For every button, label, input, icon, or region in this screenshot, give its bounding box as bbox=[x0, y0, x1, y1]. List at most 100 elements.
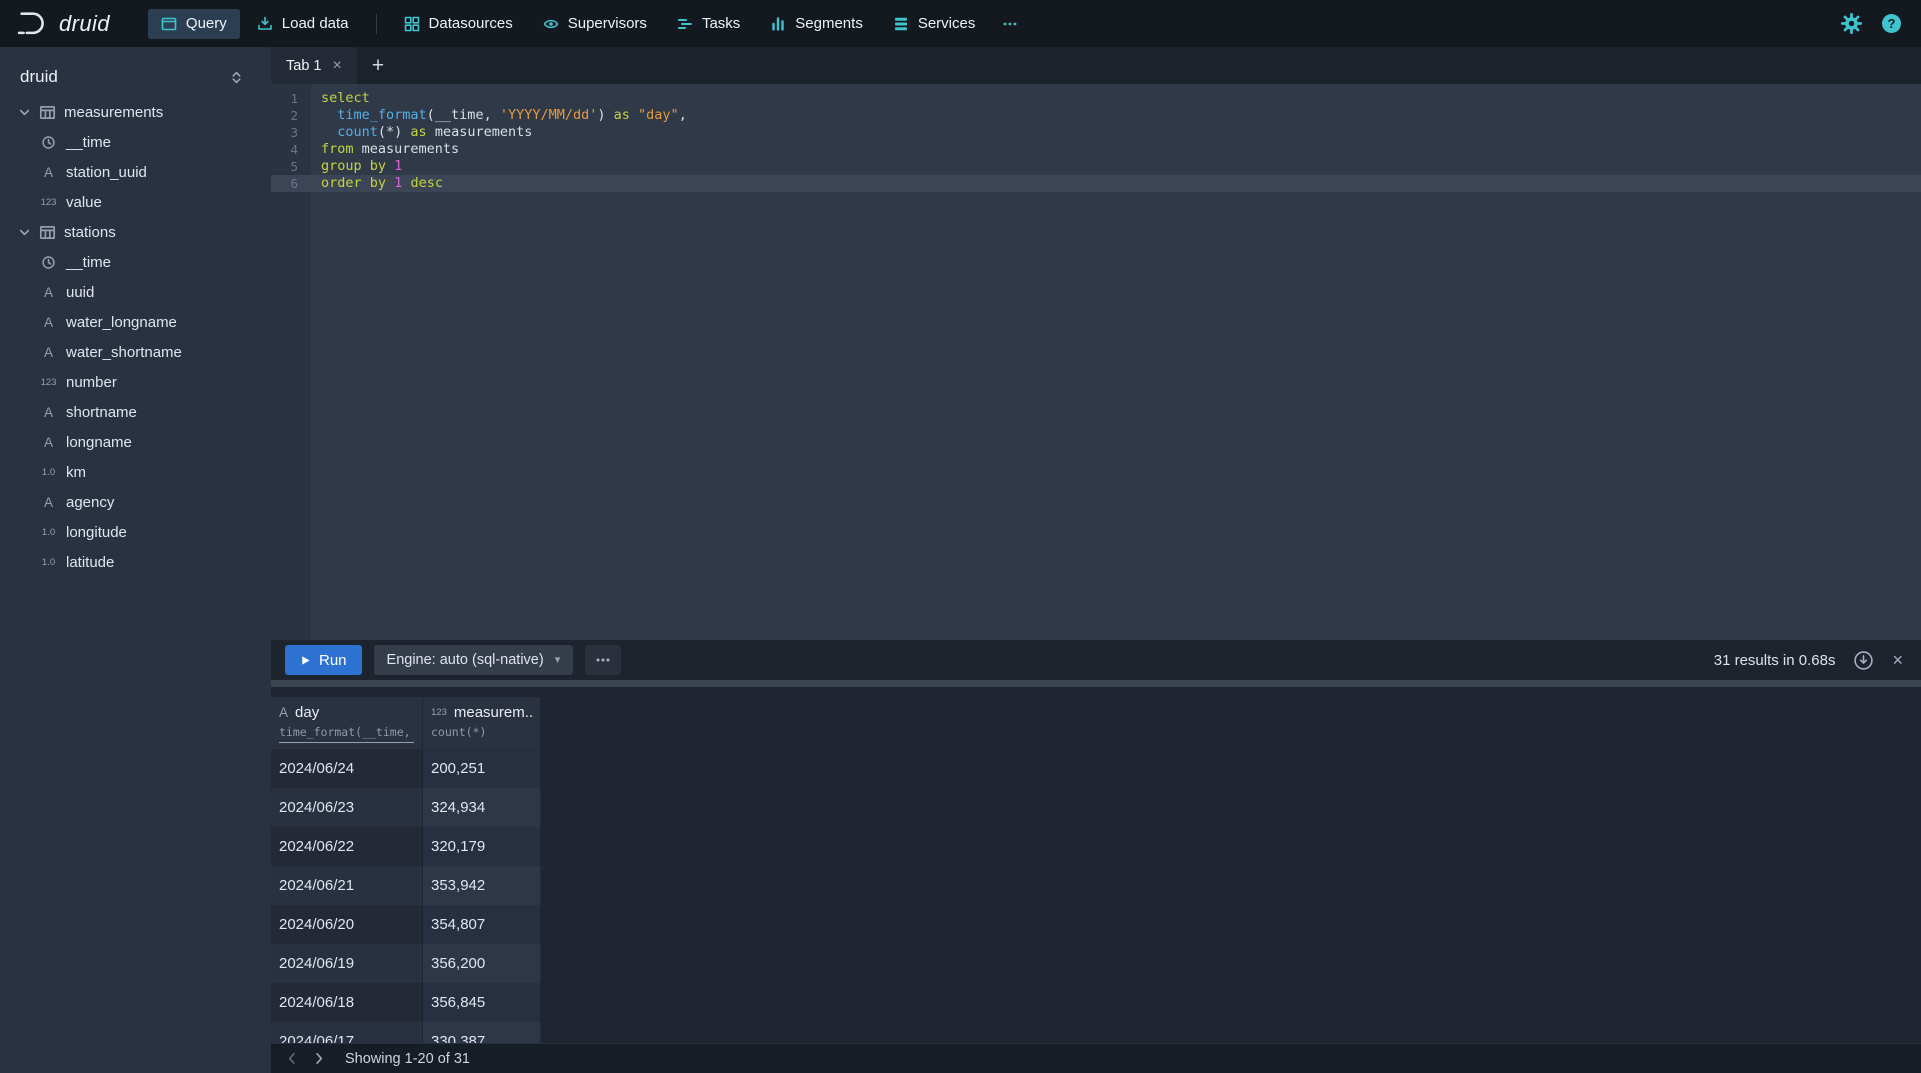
tree-column-uuid[interactable]: Auuid bbox=[0, 277, 271, 307]
code-token bbox=[321, 107, 337, 123]
help-button[interactable]: ? bbox=[1882, 14, 1901, 33]
results-resize-handle[interactable] bbox=[271, 680, 1921, 687]
float-type-icon: 1.0 bbox=[42, 467, 55, 478]
schema-tree: measurements__timeAstation_uuid123values… bbox=[0, 97, 271, 577]
column-name: water_shortname bbox=[66, 344, 182, 361]
supervisors-icon bbox=[543, 16, 559, 32]
cell-day[interactable]: 2024/06/23 bbox=[271, 788, 423, 827]
tree-column-water_shortname[interactable]: Awater_shortname bbox=[0, 337, 271, 367]
table-icon bbox=[39, 104, 56, 121]
schema-header: druid bbox=[0, 47, 271, 97]
tab-label: Tab 1 bbox=[286, 58, 321, 74]
cell-measurements[interactable]: 354,807 bbox=[423, 905, 541, 944]
cell-measurements[interactable]: 356,200 bbox=[423, 944, 541, 983]
cell-measurements[interactable]: 320,179 bbox=[423, 827, 541, 866]
table-name: measurements bbox=[64, 104, 163, 121]
nav-supervisors[interactable]: Supervisors bbox=[530, 9, 660, 39]
cell-measurements[interactable]: 330,387 bbox=[423, 1022, 541, 1044]
tab-close-icon[interactable]: × bbox=[332, 58, 341, 74]
cell-day[interactable]: 2024/06/18 bbox=[271, 983, 423, 1022]
column-type-icon-wrap: 123 bbox=[40, 197, 57, 208]
nav-load-data[interactable]: Load data bbox=[244, 9, 362, 39]
pagination-bar: Showing 1-20 of 31 bbox=[271, 1043, 1921, 1073]
cell-day[interactable]: 2024/06/19 bbox=[271, 944, 423, 983]
run-button[interactable]: Run bbox=[285, 645, 362, 675]
table-row: 2024/06/21353,942 bbox=[271, 866, 1921, 905]
nav-query[interactable]: Query bbox=[148, 9, 240, 39]
column-type-icon-wrap bbox=[40, 135, 57, 150]
table-row: 2024/06/18356,845 bbox=[271, 983, 1921, 1022]
nav-services[interactable]: Services bbox=[880, 9, 989, 39]
code-token: select bbox=[321, 90, 370, 106]
tree-column-station_uuid[interactable]: Astation_uuid bbox=[0, 157, 271, 187]
nav-segments[interactable]: Segments bbox=[757, 9, 876, 39]
cell-day[interactable]: 2024/06/22 bbox=[271, 827, 423, 866]
code-line-3: 3 count(*) as measurements bbox=[271, 124, 1921, 141]
engine-select[interactable]: Engine: auto (sql-native) ▾ bbox=[374, 645, 574, 675]
line-number: 4 bbox=[271, 141, 311, 158]
sql-editor[interactable]: 1select2 time_format(__time, 'YYYY/MM/dd… bbox=[271, 84, 1921, 640]
nav-label: Query bbox=[186, 15, 227, 32]
code-token: 1 bbox=[394, 158, 402, 174]
column-type-icon-wrap: A bbox=[40, 315, 57, 330]
tree-column-latitude[interactable]: 1.0latitude bbox=[0, 547, 271, 577]
tree-column-__time[interactable]: __time bbox=[0, 127, 271, 157]
nav-tasks[interactable]: Tasks bbox=[664, 9, 753, 39]
code-token: order by bbox=[321, 175, 386, 191]
tree-column-longitude[interactable]: 1.0longitude bbox=[0, 517, 271, 547]
download-icon bbox=[1853, 650, 1874, 671]
column-type-icon-wrap: 123 bbox=[40, 377, 57, 388]
cell-day[interactable]: 2024/06/20 bbox=[271, 905, 423, 944]
cell-day[interactable]: 2024/06/17 bbox=[271, 1022, 423, 1044]
chevron-down-icon bbox=[18, 226, 31, 239]
column-type-icon-wrap: A bbox=[40, 285, 57, 300]
column-header-measurements[interactable]: 123measurem...count(*) bbox=[423, 697, 541, 749]
cell-measurements[interactable]: 353,942 bbox=[423, 866, 541, 905]
string-type-icon: A bbox=[44, 495, 53, 510]
code-token bbox=[321, 124, 337, 140]
tree-column-value[interactable]: 123value bbox=[0, 187, 271, 217]
tree-column-shortname[interactable]: Ashortname bbox=[0, 397, 271, 427]
nav-more[interactable] bbox=[992, 9, 1028, 39]
tab-strip: Tab 1 × + bbox=[271, 47, 1921, 84]
tree-column-__time[interactable]: __time bbox=[0, 247, 271, 277]
next-page-button[interactable] bbox=[305, 1051, 331, 1066]
cell-measurements[interactable]: 200,251 bbox=[423, 749, 541, 788]
tree-column-longname[interactable]: Alongname bbox=[0, 427, 271, 457]
settings-button[interactable] bbox=[1841, 13, 1862, 34]
table-name: stations bbox=[64, 224, 116, 241]
expand-collapse-icon[interactable] bbox=[229, 70, 244, 85]
column-name: shortname bbox=[66, 404, 137, 421]
cell-measurements[interactable]: 356,845 bbox=[423, 983, 541, 1022]
tree-column-agency[interactable]: Aagency bbox=[0, 487, 271, 517]
nav-label: Datasources bbox=[429, 15, 513, 32]
tree-table-measurements[interactable]: measurements bbox=[0, 97, 271, 127]
tree-column-number[interactable]: 123number bbox=[0, 367, 271, 397]
code-token: "day" bbox=[638, 107, 679, 123]
download-results-button[interactable] bbox=[1853, 650, 1874, 671]
number-type-icon: 123 bbox=[41, 377, 57, 388]
column-name: longitude bbox=[66, 524, 127, 541]
results-panel: Adaytime_format(__time, …123measurem...c… bbox=[271, 687, 1921, 1044]
tree-column-water_longname[interactable]: Awater_longname bbox=[0, 307, 271, 337]
tab-tab1[interactable]: Tab 1 × bbox=[271, 47, 357, 84]
query-more-button[interactable] bbox=[585, 645, 621, 675]
prev-page-button[interactable] bbox=[279, 1051, 305, 1066]
column-type-icon-wrap: A bbox=[40, 165, 57, 180]
services-icon bbox=[893, 16, 909, 32]
column-name: water_longname bbox=[66, 314, 177, 331]
cell-day[interactable]: 2024/06/24 bbox=[271, 749, 423, 788]
cell-day[interactable]: 2024/06/21 bbox=[271, 866, 423, 905]
new-tab-button[interactable]: + bbox=[357, 47, 399, 84]
table-row: 2024/06/20354,807 bbox=[271, 905, 1921, 944]
close-results-icon[interactable]: × bbox=[1892, 651, 1903, 669]
nav-datasources[interactable]: Datasources bbox=[391, 9, 526, 39]
app-logo[interactable]: druid bbox=[16, 10, 110, 37]
column-label: measurem... bbox=[454, 704, 532, 721]
cell-measurements[interactable]: 324,934 bbox=[423, 788, 541, 827]
tree-table-stations[interactable]: stations bbox=[0, 217, 271, 247]
code-token: count bbox=[337, 124, 378, 140]
nav-divider bbox=[376, 14, 377, 34]
column-header-day[interactable]: Adaytime_format(__time, … bbox=[271, 697, 423, 749]
tree-column-km[interactable]: 1.0km bbox=[0, 457, 271, 487]
